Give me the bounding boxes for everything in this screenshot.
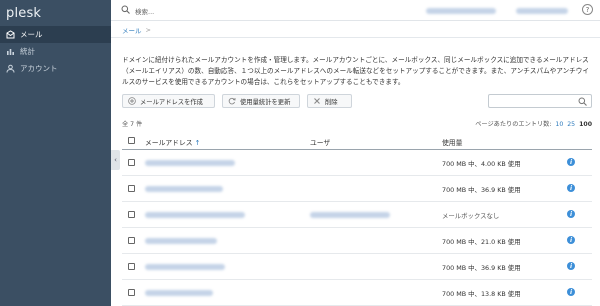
refresh-icon: [228, 97, 236, 105]
info-icon[interactable]: i: [567, 184, 575, 192]
info-icon[interactable]: i: [567, 262, 575, 270]
usage-value: 700 MB 中、21.0 KB 使用: [442, 238, 521, 246]
entries-per-page-label: ページあたりのエントリ数:: [475, 121, 552, 128]
top-bar: 検索... ?: [111, 0, 600, 21]
row-checkbox[interactable]: [128, 211, 135, 218]
mail-icon: [6, 30, 15, 39]
usage-column-header[interactable]: 使用量: [442, 137, 462, 147]
row-checkbox[interactable]: [128, 237, 135, 244]
breadcrumb-mail-link[interactable]: メール: [122, 25, 142, 35]
row-checkbox[interactable]: [128, 263, 135, 270]
table-row[interactable]: メールボックスなし i: [122, 202, 592, 228]
delete-label: 削除: [325, 98, 338, 106]
table-row[interactable]: 700 MB 中、21.0 KB 使用 i: [122, 228, 592, 254]
page-description: ドメインに紐付けられたメールアカウントを作成・管理します。メールアカウントごとに…: [122, 56, 589, 86]
usage-value: 700 MB 中、36.9 KB 使用: [442, 186, 521, 194]
update-usage-button[interactable]: 使用量統計を更新: [222, 94, 300, 108]
usage-value: 700 MB 中、36.9 KB 使用: [442, 264, 521, 272]
usage-value: 700 MB 中、13.8 KB 使用: [442, 290, 521, 298]
select-all-checkbox[interactable]: [128, 137, 135, 144]
help-icon[interactable]: ?: [582, 4, 593, 15]
sidebar-item-label: アカウント: [20, 64, 58, 73]
sidebar-item-label: メール: [20, 30, 43, 39]
breadcrumb-separator: >: [145, 26, 151, 34]
search-icon[interactable]: [578, 97, 587, 108]
per-page-option-100[interactable]: 100: [579, 121, 592, 128]
email-column-header[interactable]: メールアドレス ↑: [145, 137, 200, 147]
info-icon[interactable]: i: [567, 236, 575, 244]
user-name-redacted[interactable]: [516, 8, 568, 14]
info-icon[interactable]: i: [567, 288, 575, 296]
row-checkbox[interactable]: [128, 289, 135, 296]
table-row[interactable]: 700 MB 中、36.9 KB 使用 i: [122, 176, 592, 202]
email-address-link-redacted[interactable]: [145, 186, 223, 192]
info-icon[interactable]: i: [567, 158, 575, 166]
sort-ascending-icon: ↑: [194, 139, 201, 147]
email-address-link-redacted[interactable]: [145, 212, 245, 218]
sidebar-item-mail[interactable]: メール: [0, 26, 111, 43]
total-count: 全 7 件: [122, 121, 143, 128]
row-checkbox[interactable]: [128, 159, 135, 166]
sidebar-item-account[interactable]: アカウント: [0, 60, 111, 77]
divider: [111, 37, 600, 38]
add-icon: [128, 97, 136, 105]
create-email-label: メールアドレスを作成: [140, 98, 203, 106]
row-checkbox[interactable]: [128, 185, 135, 192]
info-icon[interactable]: i: [567, 210, 575, 218]
user-column-header[interactable]: ユーザ: [310, 137, 330, 147]
per-page-option-10[interactable]: 10: [555, 121, 563, 128]
user-icon: [6, 64, 15, 73]
email-column-label: メールアドレス: [145, 139, 193, 147]
table-row[interactable]: 700 MB 中、4.00 KB 使用 i: [122, 150, 592, 176]
delete-button[interactable]: 削除: [307, 94, 352, 108]
email-address-link-redacted[interactable]: [145, 160, 235, 166]
sidebar-item-label: 統計: [20, 47, 35, 56]
entries-per-page: ページあたりのエントリ数: 10 25 100: [475, 119, 592, 128]
sidebar-collapse-button[interactable]: ‹: [111, 150, 120, 170]
update-usage-label: 使用量統計を更新: [240, 98, 291, 106]
sidebar-item-statistics[interactable]: 統計: [0, 43, 111, 60]
email-address-link-redacted[interactable]: [145, 238, 217, 244]
account-name-redacted[interactable]: [426, 8, 496, 14]
email-address-link-redacted[interactable]: [145, 264, 225, 270]
table-row[interactable]: 700 MB 中、36.9 KB 使用 i: [122, 254, 592, 280]
breadcrumb: メール >: [122, 25, 151, 35]
create-email-button[interactable]: メールアドレスを作成: [122, 94, 215, 108]
search-icon[interactable]: [121, 5, 130, 16]
usage-value: メールボックスなし: [442, 212, 500, 220]
global-search-input[interactable]: 検索...: [135, 6, 154, 16]
user-link-redacted[interactable]: [310, 212, 390, 218]
chevron-left-icon: ‹: [114, 156, 117, 164]
sidebar: plesk メール 統計 アカウント: [0, 0, 111, 306]
table-row[interactable]: 700 MB 中、13.8 KB 使用 i: [122, 280, 592, 306]
plesk-logo[interactable]: plesk: [0, 0, 111, 26]
email-address-link-redacted[interactable]: [145, 290, 213, 296]
bar-chart-icon: [6, 47, 15, 56]
table-header: メールアドレス ↑ ユーザ 使用量: [122, 131, 592, 150]
list-search-input[interactable]: [488, 94, 592, 108]
delete-icon: [313, 97, 321, 105]
per-page-option-25[interactable]: 25: [567, 121, 575, 128]
usage-value: 700 MB 中、4.00 KB 使用: [442, 160, 521, 168]
